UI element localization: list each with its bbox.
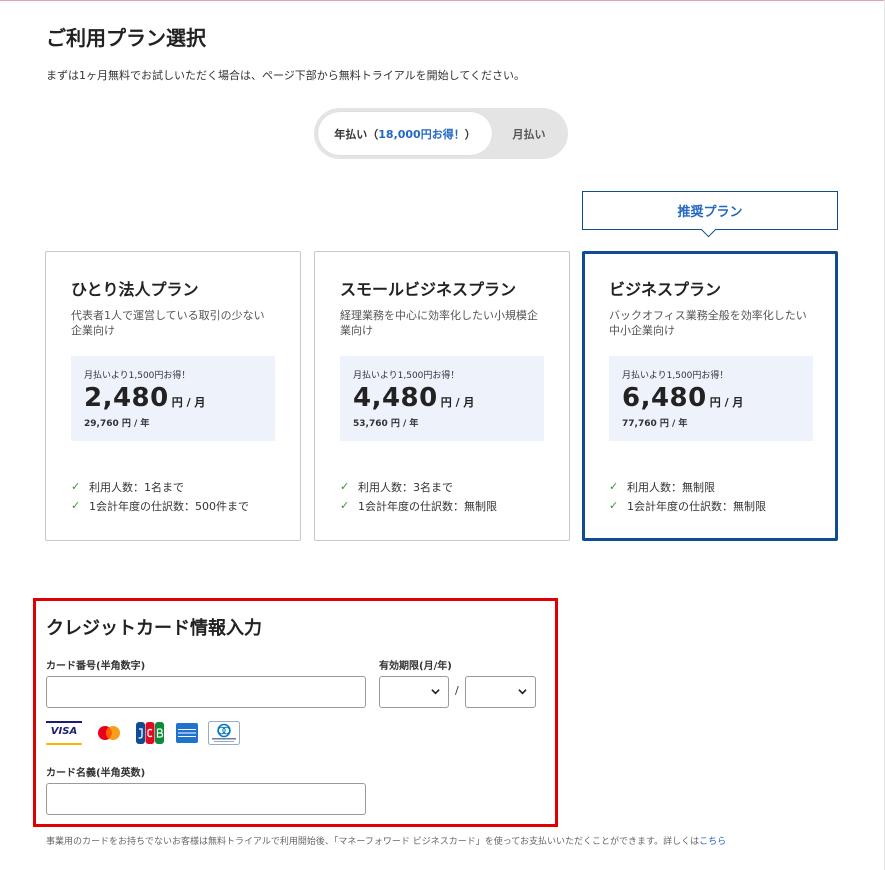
recommended-label: 推奨プラン [677,205,743,220]
check-icon: ✓ [609,499,619,512]
check-icon: ✓ [340,499,350,512]
visa-text: VISA [50,726,78,737]
card-number-label: カード番号(半角数字) [46,661,146,672]
annual-label-close: ） [464,127,476,141]
plan-description: 代表者1人で運営している取引の少ない企業向け [71,309,265,337]
feature-text: 1会計年度の仕訳数：無制限 [358,499,497,513]
annual-savings: 18,000円お得！ [378,127,465,141]
plan-description: 経理業務を中心に効率化したい小規模企業向け [340,309,538,337]
jcb-icon [136,722,164,744]
feature-item: ✓ 1会計年度の仕訳数：無制限 [340,496,544,515]
check-icon: ✓ [71,499,81,512]
recommended-badge-pointer [700,221,717,238]
annual-label: 年払い（ [334,127,379,141]
check-icon: ✓ [609,480,619,493]
monthly-unit: 円 / 月 [171,396,206,409]
yearly-price: 29,760 円 / 年 [84,419,150,429]
monthly-billing-option[interactable]: 月払い [494,112,564,155]
price-box: 月払いより1,500円お得！ 2,480 円 / 月 29,760 円 / 年 [71,356,275,441]
business-card-note: 事業用のカードをお持ちでないお客様は無料トライアルで利用開始後、「マネーフォワー… [46,834,726,847]
monthly-price: 2,480 [84,383,169,413]
monthly-label: 月払い [512,127,546,141]
card-holder-label: カード名義(半角英数) [46,768,146,779]
recommended-badge: 推奨プラン [582,191,838,238]
price-box: 月払いより1,500円お得！ 4,480 円 / 月 53,760 円 / 年 [340,356,544,441]
feature-item: ✓ 利用人数：無制限 [609,477,810,496]
feature-item: ✓ 1会計年度の仕訳数：無制限 [609,496,810,515]
card-number-input[interactable] [46,676,366,708]
feature-item: ✓ 1会計年度の仕訳数：500件まで [71,496,275,515]
credit-card-section-title: クレジットカード情報入力 [46,618,262,639]
note-text: 事業用のカードをお持ちでないお客様は無料トライアルで利用開始後、「マネーフォワー… [46,837,700,847]
mastercard-icon [98,726,120,740]
monthly-unit: 円 / 月 [440,396,475,409]
feature-list: ✓ 利用人数：3名まで ✓ 1会計年度の仕訳数：無制限 [340,477,544,515]
expiry-month-select[interactable] [379,676,449,708]
expiry-separator: / [455,684,459,697]
feature-text: 利用人数：3名まで [358,480,453,494]
chevron-down-icon [431,689,440,695]
price-saving: 月払いより1,500円お得！ [622,371,729,381]
feature-text: 利用人数：無制限 [627,480,715,494]
feature-item: ✓ 利用人数：1名まで [71,477,275,496]
feature-text: 1会計年度の仕訳数：無制限 [627,499,766,513]
plan-card-business[interactable]: ビジネスプラン バックオフィス業務全般を効率化したい中小企業向け 月払いより1,… [582,251,838,541]
feature-text: 利用人数：1名まで [89,480,184,494]
card-holder-input[interactable] [46,783,366,815]
check-icon: ✓ [71,480,81,493]
monthly-price: 4,480 [353,383,438,413]
yearly-price: 53,760 円 / 年 [353,419,419,429]
top-border [0,0,885,1]
monthly-price: 6,480 [622,383,707,413]
expiry-year-select[interactable] [465,676,536,708]
feature-text: 1会計年度の仕訳数：500件まで [89,499,249,513]
page-title: ご利用プラン選択 [46,26,206,50]
check-icon: ✓ [340,480,350,493]
page-subtitle: まずは1ヶ月無料でお試しいただく場合は、ページ下部から無料トライアルを開始してく… [46,69,526,82]
expiry-label: 有効期限(月/年) [379,661,452,672]
feature-list: ✓ 利用人数：1名まで ✓ 1会計年度の仕訳数：500件まで [71,477,275,515]
price-saving: 月払いより1,500円お得！ [84,371,191,381]
billing-toggle: 年払い（ 18,000円お得！） 月払い [314,108,568,159]
plan-card-solo[interactable]: ひとり法人プラン 代表者1人で運営している取引の少ない企業向け 月払いより1,5… [45,251,301,541]
diners-club-icon [208,721,240,745]
feature-list: ✓ 利用人数：無制限 ✓ 1会計年度の仕訳数：無制限 [609,477,810,515]
details-link[interactable]: こちら [699,837,726,847]
plan-card-small-business[interactable]: スモールビジネスプラン 経理業務を中心に効率化したい小規模企業向け 月払いより1… [314,251,570,541]
plan-name: ひとり法人プラン [71,280,199,299]
annual-billing-option[interactable]: 年払い（ 18,000円お得！） [318,112,492,155]
price-box: 月払いより1,500円お得！ 6,480 円 / 月 77,760 円 / 年 [609,356,813,441]
price-saving: 月払いより1,500円お得！ [353,371,460,381]
amex-icon [176,723,198,743]
feature-item: ✓ 利用人数：3名まで [340,477,544,496]
chevron-down-icon [518,689,527,695]
yearly-price: 77,760 円 / 年 [622,419,688,429]
monthly-unit: 円 / 月 [709,396,744,409]
plan-name: ビジネスプラン [609,280,722,299]
plan-description: バックオフィス業務全般を効率化したい中小企業向け [609,309,807,337]
plan-name: スモールビジネスプラン [340,280,517,299]
visa-icon: VISA [46,721,82,745]
